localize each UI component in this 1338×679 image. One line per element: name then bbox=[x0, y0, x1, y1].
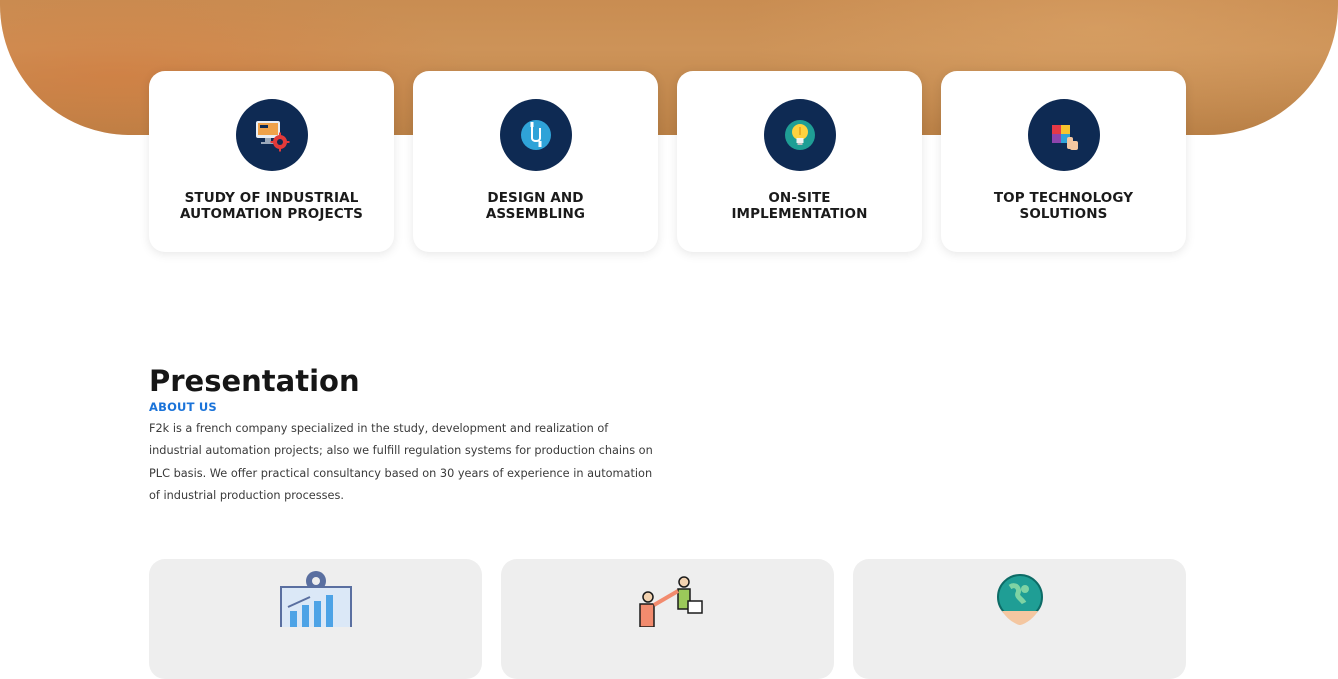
about-us-text: F2k is a french company specialized in t… bbox=[149, 422, 653, 503]
service-card-onsite[interactable]: ON-SITE IMPLEMENTATION bbox=[677, 71, 922, 252]
computer-gear-icon bbox=[235, 99, 308, 171]
lightbulb-icon bbox=[763, 99, 836, 171]
services-row: STUDY OF INDUSTRIAL AUTOMATION PROJECTS … bbox=[149, 71, 1186, 252]
service-card-technology[interactable]: TOP TECHNOLOGY SOLUTIONS bbox=[941, 71, 1186, 252]
service-title: TOP TECHNOLOGY SOLUTIONS bbox=[993, 190, 1134, 222]
feature-card-3 bbox=[853, 559, 1186, 679]
about-us-label: ABOUT US bbox=[149, 400, 217, 414]
feature-card-2 bbox=[501, 559, 834, 679]
presentation-section: Presentation ABOUT US F2k is a french co… bbox=[149, 364, 669, 508]
cable-plug-icon bbox=[499, 99, 572, 171]
globe-hands-icon bbox=[996, 574, 1043, 625]
service-title: STUDY OF INDUSTRIAL AUTOMATION PROJECTS bbox=[180, 190, 363, 222]
presentation-heading: Presentation bbox=[149, 364, 360, 398]
service-card-study[interactable]: STUDY OF INDUSTRIAL AUTOMATION PROJECTS bbox=[149, 71, 394, 252]
chart-gear-icon bbox=[279, 571, 352, 627]
puzzle-hand-icon bbox=[1027, 99, 1100, 171]
service-title: ON-SITE IMPLEMENTATION bbox=[731, 190, 868, 222]
feature-card-1 bbox=[149, 559, 482, 679]
features-row bbox=[149, 559, 1186, 679]
service-title: DESIGN AND ASSEMBLING bbox=[485, 190, 586, 222]
service-card-design[interactable]: DESIGN AND ASSEMBLING bbox=[413, 71, 658, 252]
teamwork-icon bbox=[638, 576, 703, 627]
